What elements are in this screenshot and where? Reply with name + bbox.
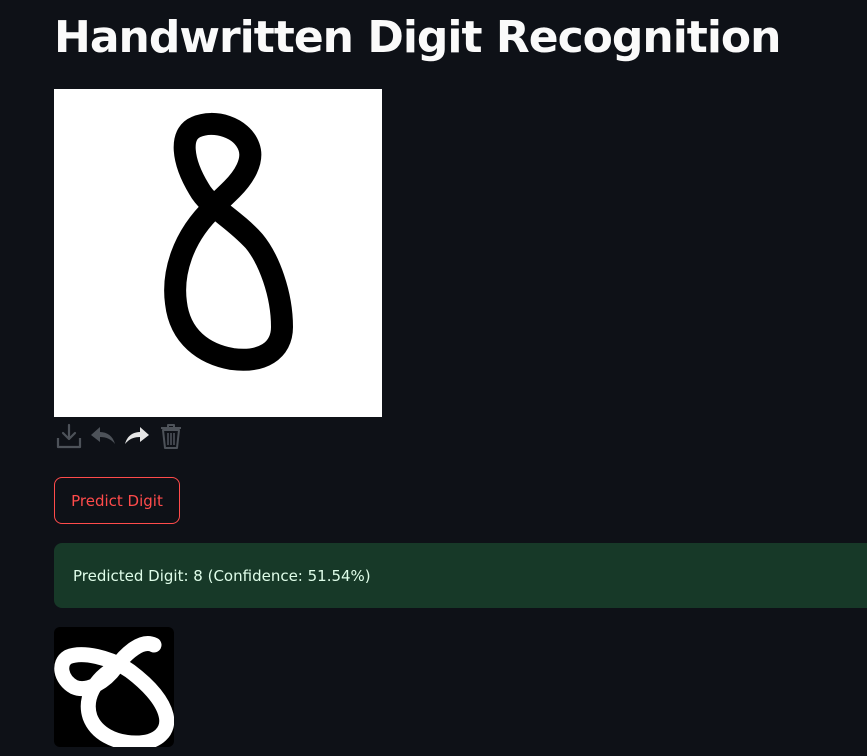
drawn-digit-8	[164, 112, 293, 371]
download-icon[interactable]	[53, 420, 85, 452]
preview-digit-8	[54, 636, 174, 747]
prediction-result-alert: Predicted Digit: 8 (Confidence: 51.54%)	[54, 543, 867, 608]
drawing-canvas[interactable]	[54, 89, 382, 417]
predict-digit-button[interactable]: Predict Digit	[54, 477, 180, 524]
prediction-result-text: Predicted Digit: 8 (Confidence: 51.54%)	[73, 566, 371, 585]
undo-icon[interactable]	[87, 420, 119, 452]
redo-icon[interactable]	[121, 420, 153, 452]
trash-icon[interactable]	[155, 420, 187, 452]
processed-digit-preview	[54, 627, 174, 747]
app-page: Handwritten Digit Recognition Predict Di…	[0, 0, 867, 756]
canvas-toolbar	[53, 420, 187, 452]
page-title: Handwritten Digit Recognition	[54, 12, 781, 63]
